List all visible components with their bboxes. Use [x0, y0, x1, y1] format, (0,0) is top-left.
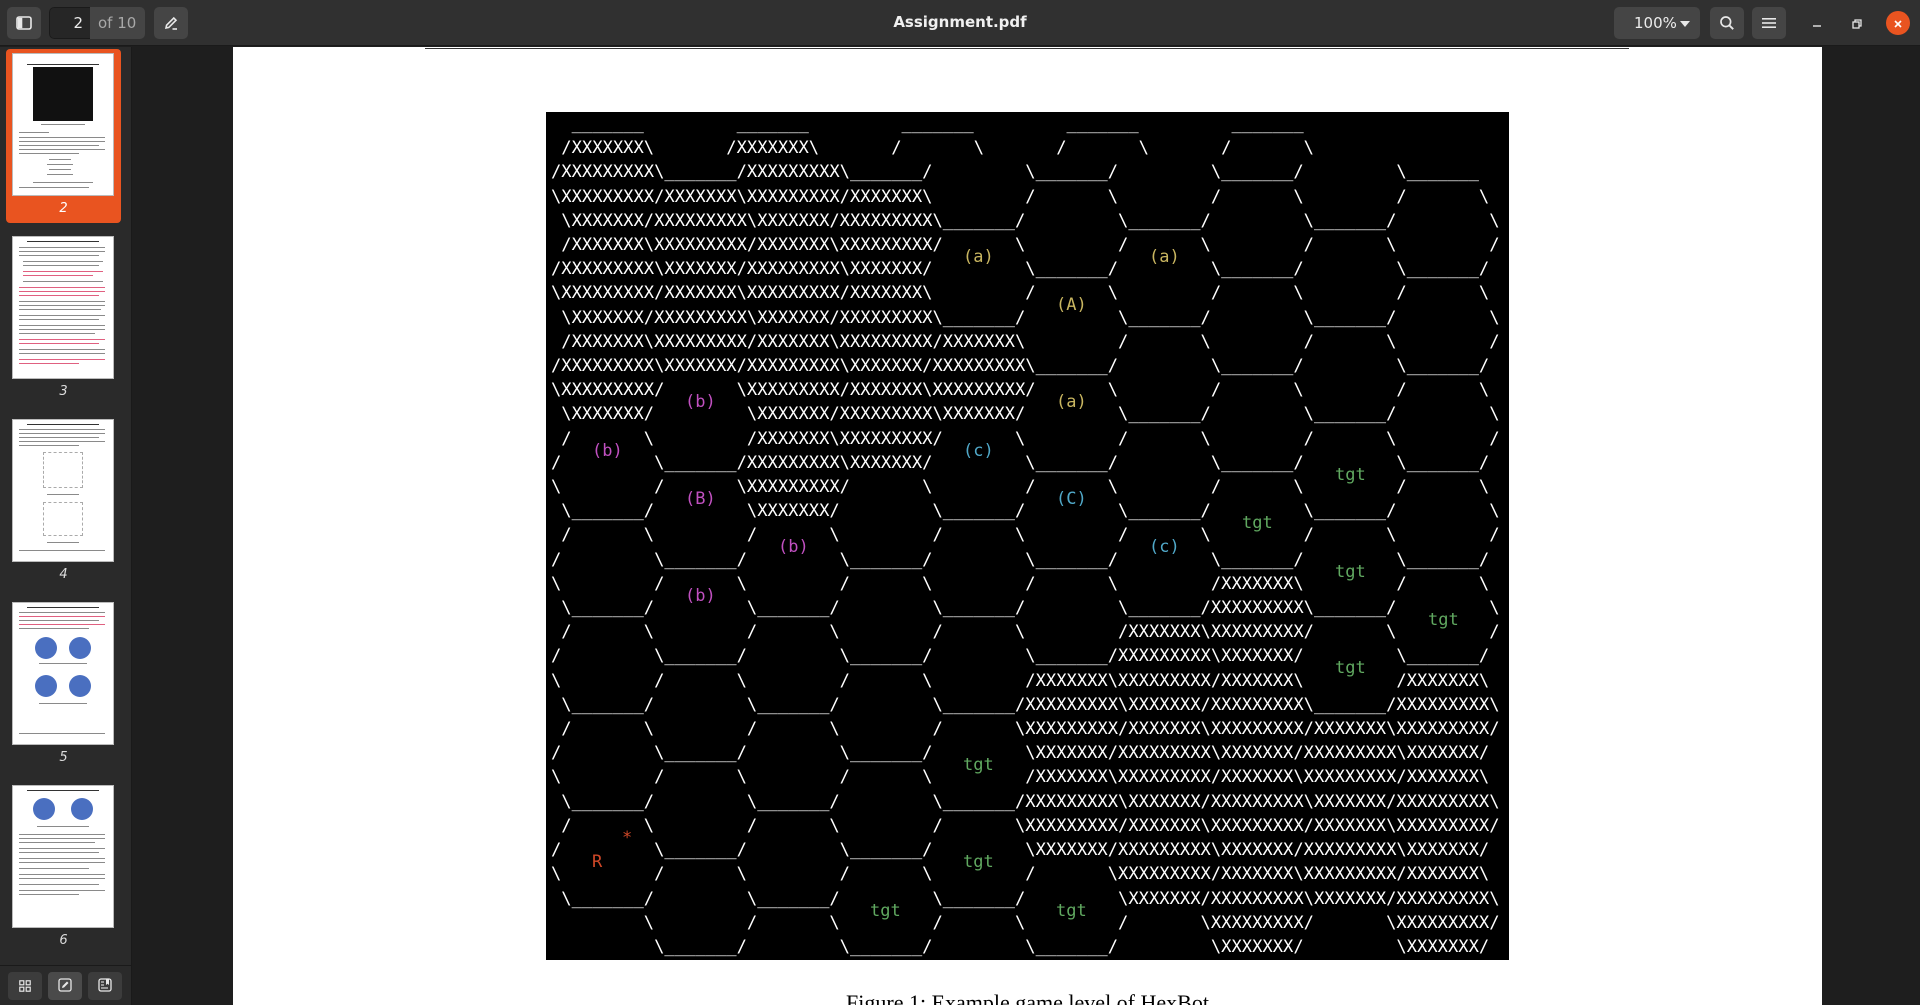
hex-label-tgt: tgt [1335, 562, 1366, 582]
header-bar: 2 of 10 Assignment.pdf 100% [0, 0, 1920, 46]
hamburger-menu-icon [1762, 17, 1776, 29]
thumbnail-image [12, 236, 114, 379]
close-icon [1893, 14, 1903, 33]
hex-label-a-upper: (A) [1056, 295, 1087, 315]
sidebar-toggle-button[interactable] [7, 7, 41, 39]
robot-orientation-marker: * [622, 828, 633, 848]
thumbnails-view-button[interactable] [8, 972, 42, 1000]
restore-button[interactable] [1845, 11, 1869, 35]
hex-label-b: (b) [685, 586, 716, 606]
thumbnail-label: 3 [59, 384, 68, 399]
thumbnail-sidebar: 2 3 4 5 6 [0, 47, 132, 1005]
hex-label-b: (b) [685, 392, 716, 412]
annotations-view-button[interactable] [48, 972, 82, 1000]
pencil-icon [163, 15, 179, 31]
bookmarks-view-button[interactable] [88, 972, 122, 1000]
page-number-input[interactable]: 2 [49, 7, 90, 39]
hex-label-tgt: tgt [1242, 513, 1273, 533]
hex-label-c: (c) [963, 441, 994, 461]
page-total-label: of 10 [90, 7, 145, 39]
annotate-button[interactable] [154, 7, 188, 39]
figure-caption: Figure 1: Example game level of HexBot [846, 990, 1209, 1005]
close-button[interactable] [1886, 11, 1910, 35]
sidebar-footer [0, 965, 131, 1005]
hex-label-c-upper: (C) [1056, 489, 1087, 509]
pdf-page: _______ _______ _______ _______ _______ … [233, 47, 1822, 1005]
hex-label-tgt: tgt [963, 852, 994, 872]
zoom-select[interactable]: 100% [1614, 7, 1700, 39]
thumbnail-image [12, 785, 114, 928]
hex-label-tgt: tgt [870, 901, 901, 921]
hex-label-tgt: tgt [1056, 901, 1087, 921]
hex-label-b: (b) [592, 441, 623, 461]
hex-label-tgt: tgt [1335, 658, 1366, 678]
thumbnail-image [12, 419, 114, 562]
robot-label: R [592, 852, 603, 872]
chevron-down-icon [1680, 21, 1690, 27]
minimize-button[interactable] [1805, 11, 1829, 35]
thumbnail-page-2[interactable]: 2 [6, 49, 121, 223]
ascii-hex-grid: _______ _______ _______ _______ _______ … [551, 114, 1500, 957]
hex-label-a: (a) [963, 247, 994, 267]
zoom-value: 100% [1634, 14, 1677, 32]
hex-label-tgt: tgt [1335, 465, 1366, 485]
game-level-figure: _______ _______ _______ _______ _______ … [546, 112, 1509, 960]
hex-label-b-upper: (B) [685, 489, 716, 509]
minimize-icon [1812, 14, 1822, 33]
pencil-box-icon [58, 977, 72, 996]
sidebar-toggle-icon [16, 16, 32, 30]
header-rule [425, 48, 1629, 49]
thumbnail-page-5[interactable]: 5 [6, 598, 121, 772]
thumbnail-page-6[interactable]: 6 [6, 781, 121, 955]
grid-icon [19, 977, 31, 996]
hex-label-b: (b) [778, 537, 809, 557]
hex-label-a: (a) [1149, 247, 1180, 267]
hex-label-tgt: tgt [963, 755, 994, 775]
hex-label-tgt: tgt [1428, 610, 1459, 630]
hex-label-a: (a) [1056, 392, 1087, 412]
page-navigator: 2 of 10 [49, 7, 145, 39]
thumbnail-label: 2 [59, 201, 68, 216]
restore-icon [1852, 14, 1862, 33]
search-icon [1719, 15, 1735, 31]
bookmarks-icon [98, 977, 112, 996]
thumbnail-image [12, 602, 114, 745]
search-button[interactable] [1710, 7, 1744, 39]
thumbnail-image [12, 53, 114, 196]
thumbnail-page-3[interactable]: 3 [6, 232, 121, 406]
hex-label-c: (c) [1149, 537, 1180, 557]
thumbnail-label: 5 [59, 750, 68, 765]
thumbnail-label: 6 [59, 933, 68, 948]
thumbnail-page-4[interactable]: 4 [6, 415, 121, 589]
document-viewer[interactable]: _______ _______ _______ _______ _______ … [133, 47, 1920, 1005]
thumbnail-label: 4 [59, 567, 68, 582]
menu-button[interactable] [1752, 7, 1786, 39]
